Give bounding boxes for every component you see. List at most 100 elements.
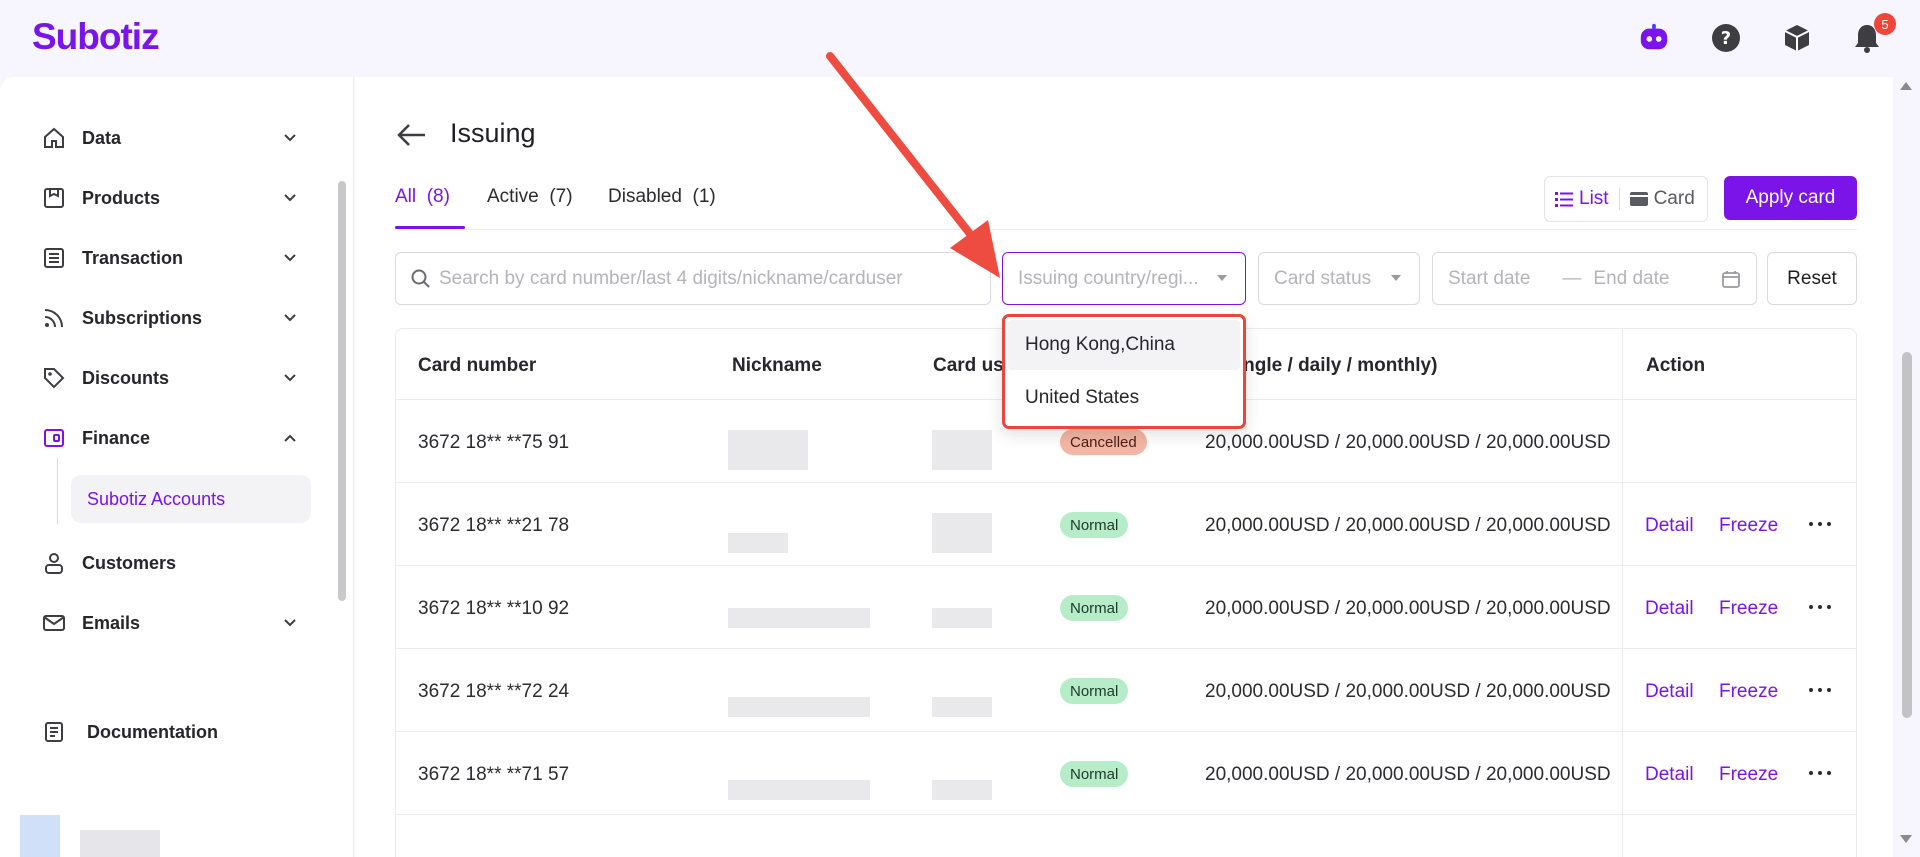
- reset-button[interactable]: Reset: [1767, 252, 1857, 305]
- tabs-divider: [395, 229, 1857, 230]
- nickname-blurred: [728, 697, 870, 717]
- sidebar-item-label: Finance: [82, 427, 151, 448]
- detail-link[interactable]: Detail: [1645, 764, 1694, 786]
- date-range-picker[interactable]: Start date — End date: [1432, 252, 1757, 305]
- header-nickname: Nickname: [732, 355, 822, 376]
- card-number: 3672 18** **71 57: [418, 764, 570, 785]
- card-number: 3672 18** **21 78: [418, 515, 570, 536]
- tab-all[interactable]: All (8): [395, 186, 450, 208]
- card-limit: 20,000.00USD / 20,000.00USD / 20,000.00U…: [1205, 598, 1611, 619]
- active-tab-indicator: [395, 226, 465, 229]
- sidebar-item-data[interactable]: Data: [40, 118, 300, 158]
- scroll-up-arrow[interactable]: [1900, 82, 1912, 90]
- list-icon: [1555, 192, 1573, 207]
- sidebar-item-discounts[interactable]: Discounts: [40, 358, 300, 398]
- submenu-guide-line: [57, 458, 58, 524]
- more-options-icon[interactable]: [1809, 771, 1831, 777]
- sidebar-item-label: Documentation: [87, 721, 219, 742]
- sidebar-item-customers[interactable]: Customers: [40, 543, 300, 583]
- issuing-country-select[interactable]: Issuing country/regi...: [1002, 252, 1246, 305]
- sidebar-item-transaction[interactable]: Transaction: [40, 238, 300, 278]
- card-user-blurred: [932, 780, 992, 800]
- end-date-placeholder: End date: [1593, 267, 1670, 289]
- card-limit: 20,000.00USD / 20,000.00USD / 20,000.00U…: [1205, 515, 1611, 536]
- user-icon: [40, 549, 68, 577]
- card-user-blurred: [932, 608, 992, 628]
- sidebar-item-label: Discounts: [82, 367, 170, 388]
- sidebar-item-label: Customers: [82, 552, 177, 573]
- sidebar-item-documentation[interactable]: Documentation: [40, 712, 300, 752]
- avatar[interactable]: [20, 815, 60, 857]
- calendar-icon: [1722, 271, 1740, 288]
- chevron-down-icon: [284, 314, 296, 322]
- table-row: 3672 18** **72 24 Normal 20,000.00USD / …: [396, 649, 1856, 732]
- more-options-icon[interactable]: [1809, 605, 1831, 611]
- card-status-select[interactable]: Card status: [1258, 252, 1420, 305]
- table-row: 3672 18** **71 57 Normal 20,000.00USD / …: [396, 732, 1856, 815]
- rss-icon: [40, 304, 68, 332]
- list-view-button[interactable]: List: [1545, 177, 1619, 221]
- card-number: 3672 18** **10 92: [418, 598, 570, 619]
- box-icon: [40, 184, 68, 212]
- nickname-blurred: [728, 608, 870, 628]
- card-limit: 20,000.00USD / 20,000.00USD / 20,000.00U…: [1205, 764, 1611, 785]
- table-row: 3672 18** **21 78 Normal 20,000.00USD / …: [396, 483, 1856, 566]
- assistant-bot-icon[interactable]: [1638, 22, 1670, 54]
- scroll-down-arrow[interactable]: [1900, 835, 1912, 843]
- main-scrollbar-thumb[interactable]: [1902, 352, 1912, 718]
- freeze-link[interactable]: Freeze: [1719, 764, 1778, 786]
- tab-disabled[interactable]: Disabled (1): [608, 186, 716, 208]
- tab-count: (8): [426, 186, 450, 207]
- dropdown-option-hong-kong[interactable]: Hong Kong,China: [1008, 320, 1240, 370]
- freeze-link[interactable]: Freeze: [1719, 598, 1778, 620]
- detail-link[interactable]: Detail: [1645, 681, 1694, 703]
- freeze-link[interactable]: Freeze: [1719, 515, 1778, 537]
- sidebar-item-label: Transaction: [82, 247, 184, 268]
- package-icon[interactable]: [1781, 22, 1813, 54]
- start-date-placeholder: Start date: [1448, 267, 1531, 289]
- card-view-label: Card: [1653, 188, 1695, 209]
- sidebar-item-products[interactable]: Products: [40, 178, 300, 218]
- freeze-link[interactable]: Freeze: [1719, 681, 1778, 703]
- dropdown-caret-icon: [1217, 275, 1227, 281]
- apply-card-button[interactable]: Apply card: [1724, 176, 1857, 220]
- page-title: Issuing: [450, 118, 536, 148]
- status-badge: Normal: [1060, 512, 1129, 538]
- sidebar-subitem-subotiz-accounts[interactable]: Subotiz Accounts: [71, 475, 311, 523]
- header-card-number: Card number: [418, 355, 537, 376]
- detail-link[interactable]: Detail: [1645, 598, 1694, 620]
- sidebar-item-finance[interactable]: Finance: [40, 418, 300, 458]
- sidebar-item-emails[interactable]: Emails: [40, 603, 300, 643]
- tab-label: Disabled: [608, 186, 682, 207]
- sidebar-item-label: Subscriptions: [82, 307, 203, 328]
- chevron-down-icon: [284, 619, 296, 627]
- table-row: [396, 815, 1856, 857]
- list-view-label: List: [1579, 188, 1609, 209]
- back-arrow-icon[interactable]: [395, 122, 427, 148]
- chevron-up-icon: [284, 434, 296, 442]
- chevron-down-icon: [284, 134, 296, 142]
- mail-icon: [40, 609, 68, 637]
- tab-active[interactable]: Active (7): [487, 186, 573, 208]
- country-placeholder: Issuing country/regi...: [1018, 267, 1199, 289]
- tab-label: All: [395, 186, 417, 207]
- help-icon[interactable]: ?: [1710, 22, 1742, 54]
- card-view-button[interactable]: Card: [1620, 177, 1705, 221]
- status-badge: Cancelled: [1060, 429, 1147, 455]
- more-options-icon[interactable]: [1809, 522, 1831, 528]
- document-icon: [40, 718, 68, 746]
- sidebar-item-label: Data: [82, 127, 122, 148]
- status-badge: Normal: [1060, 678, 1129, 704]
- tag-icon: [40, 364, 68, 392]
- tab-count: (7): [549, 186, 573, 207]
- sidebar-scrollbar-thumb[interactable]: [338, 181, 346, 601]
- more-options-icon[interactable]: [1809, 688, 1831, 694]
- card-user-blurred: [932, 697, 992, 717]
- sidebar-item-subscriptions[interactable]: Subscriptions: [40, 298, 300, 338]
- dropdown-option-united-states[interactable]: United States: [1008, 373, 1240, 423]
- nickname-blurred: [728, 533, 788, 553]
- list-icon: [40, 244, 68, 272]
- sidebar-item-label: Products: [82, 187, 161, 208]
- app-logo[interactable]: Subotiz: [32, 16, 160, 58]
- detail-link[interactable]: Detail: [1645, 515, 1694, 537]
